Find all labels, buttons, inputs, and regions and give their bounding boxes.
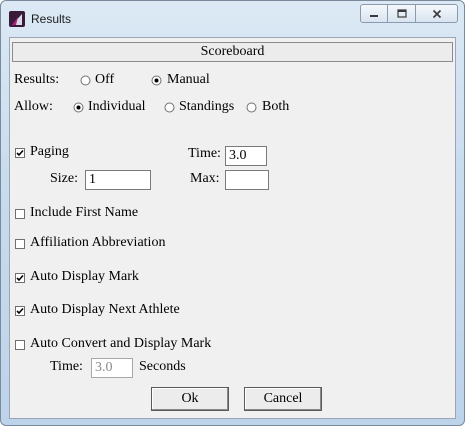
checkmark-icon	[16, 149, 24, 157]
affiliation-abbreviation-checkbox[interactable]	[15, 239, 25, 249]
dialog-body: Scoreboard Results: Off Manual Allow: In…	[9, 37, 456, 419]
results-off-label[interactable]: Off	[95, 72, 114, 88]
convert-time-label: Time:	[50, 359, 83, 374]
allow-label: Allow:	[14, 99, 53, 114]
allow-standings-clip: Standings	[179, 99, 239, 119]
paging-time-label: Time:	[188, 146, 221, 161]
checkmark-icon	[16, 274, 24, 282]
allow-both-radio[interactable]	[246, 102, 257, 113]
paging-max-label: Max:	[190, 171, 220, 186]
auto-convert-display-mark-label[interactable]: Auto Convert and Display Mark	[30, 336, 211, 352]
checkmark-icon	[16, 307, 24, 315]
include-first-name-checkbox[interactable]	[15, 209, 25, 219]
app-icon	[9, 11, 25, 27]
window-title: Results	[31, 12, 72, 26]
paging-size-field[interactable]: 1	[85, 170, 151, 190]
auto-convert-display-mark-checkbox[interactable]	[15, 340, 25, 350]
auto-display-mark-label[interactable]: Auto Display Mark	[30, 269, 139, 285]
convert-time-unit: Seconds	[139, 359, 186, 374]
allow-both-label[interactable]: Both	[262, 99, 289, 115]
results-manual-radio[interactable]	[151, 75, 162, 86]
allow-individual-label[interactable]: Individual	[88, 99, 146, 115]
close-button[interactable]	[416, 4, 458, 23]
maximize-icon	[396, 8, 407, 18]
caption-buttons	[360, 4, 458, 23]
close-icon	[432, 9, 441, 18]
cancel-button[interactable]: Cancel	[244, 387, 322, 411]
paging-size-label: Size:	[50, 171, 78, 186]
auto-display-next-athlete-label[interactable]: Auto Display Next Athlete	[30, 302, 180, 318]
ok-button[interactable]: Ok	[151, 387, 229, 411]
auto-display-next-athlete-checkbox[interactable]	[15, 306, 25, 316]
maximize-button[interactable]	[388, 4, 416, 23]
allow-individual-radio[interactable]	[73, 102, 84, 113]
allow-standings-label[interactable]: Standings	[179, 99, 234, 115]
affiliation-abbreviation-label[interactable]: Affiliation Abbreviation	[30, 235, 165, 251]
results-label: Results:	[14, 72, 60, 87]
allow-standings-radio[interactable]	[164, 102, 175, 113]
results-window: Results Scoreboard Results: Off Manual A…	[0, 0, 465, 426]
auto-display-mark-checkbox[interactable]	[15, 273, 25, 283]
scoreboard-header: Scoreboard	[12, 42, 453, 62]
paging-checkbox[interactable]	[15, 148, 25, 158]
paging-max-field[interactable]	[225, 170, 269, 190]
include-first-name-label[interactable]: Include First Name	[30, 205, 138, 221]
paging-time-field[interactable]: 3.0	[225, 146, 267, 166]
title-bar[interactable]: Results	[1, 1, 464, 37]
paging-label[interactable]: Paging	[30, 144, 69, 160]
minimize-icon	[370, 14, 378, 17]
results-off-radio[interactable]	[80, 75, 91, 86]
minimize-button[interactable]	[360, 4, 388, 23]
results-manual-label[interactable]: Manual	[167, 72, 210, 88]
convert-time-field[interactable]: 3.0	[91, 358, 133, 378]
